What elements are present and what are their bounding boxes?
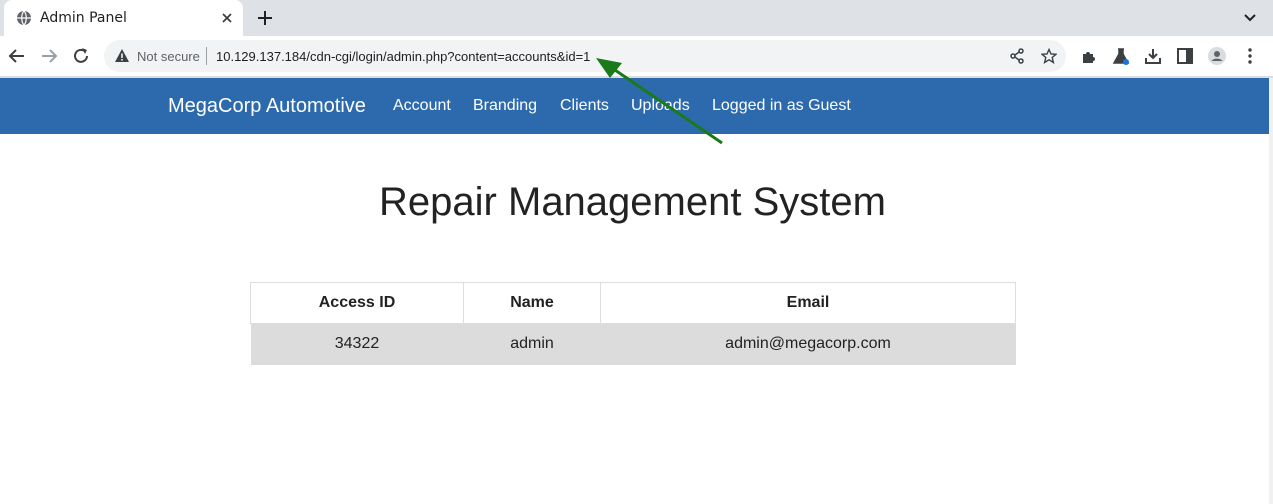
reload-icon[interactable]	[71, 46, 91, 66]
url-path: /cdn-cgi/login/admin.php?content=account…	[306, 49, 591, 64]
nav-link-clients[interactable]: Clients	[560, 97, 609, 115]
tab-admin-panel[interactable]: Admin Panel	[4, 0, 243, 36]
omnibox-divider	[206, 47, 207, 65]
site-brand[interactable]: MegaCorp Automotive	[168, 95, 366, 118]
site-navbar: MegaCorp Automotive Account Branding Cli…	[0, 78, 1273, 134]
url-host: 10.129.137.184	[216, 49, 307, 64]
back-arrow-icon[interactable]	[7, 46, 27, 66]
side-panel-icon[interactable]	[1175, 46, 1195, 66]
column-header-email: Email	[600, 282, 1016, 324]
globe-icon	[17, 10, 31, 26]
nav-link-uploads[interactable]: Uploads	[631, 97, 690, 115]
nav-link-account[interactable]: Account	[393, 97, 451, 115]
close-icon[interactable]	[218, 9, 236, 27]
page-title: Repair Management System	[379, 180, 886, 224]
more-menu-icon[interactable]	[1240, 46, 1260, 66]
column-header-access-id: Access ID	[250, 282, 464, 324]
address-bar[interactable]: Not secure 10.129.137.184/cdn-cgi/login/…	[104, 40, 1066, 72]
cell-access-id: 34322	[250, 323, 464, 365]
share-icon[interactable]	[1009, 48, 1025, 64]
tab-title: Admin Panel	[40, 10, 127, 26]
new-tab-icon[interactable]	[255, 8, 275, 28]
browser-toolbar: Not secure 10.129.137.184/cdn-cgi/login/…	[0, 36, 1273, 76]
tab-strip: Admin Panel	[0, 0, 1273, 36]
warning-icon[interactable]	[114, 48, 130, 64]
profile-avatar-icon[interactable]	[1207, 46, 1227, 66]
accounts-table: Access ID Name Email 34322 admin admin@m…	[250, 282, 1016, 365]
page-scrollbar[interactable]	[1269, 78, 1273, 504]
cell-name: admin	[463, 323, 601, 365]
lab-flask-icon[interactable]	[1111, 46, 1131, 66]
nav-logged-in-status: Logged in as Guest	[712, 97, 851, 114]
chevron-down-icon[interactable]	[1240, 8, 1260, 28]
table-row: 34322 admin admin@megacorp.com	[250, 323, 1016, 365]
nav-link-branding[interactable]: Branding	[473, 97, 537, 115]
url-text[interactable]: 10.129.137.184/cdn-cgi/login/admin.php?c…	[216, 49, 590, 64]
column-header-name: Name	[463, 282, 601, 324]
cell-email: admin@megacorp.com	[600, 323, 1016, 365]
star-icon[interactable]	[1041, 48, 1057, 64]
security-label[interactable]: Not secure	[137, 49, 200, 64]
extensions-icon[interactable]	[1079, 46, 1099, 66]
download-icon[interactable]	[1143, 46, 1163, 66]
table-header-row: Access ID Name Email	[250, 282, 1016, 324]
forward-arrow-icon[interactable]	[39, 46, 59, 66]
